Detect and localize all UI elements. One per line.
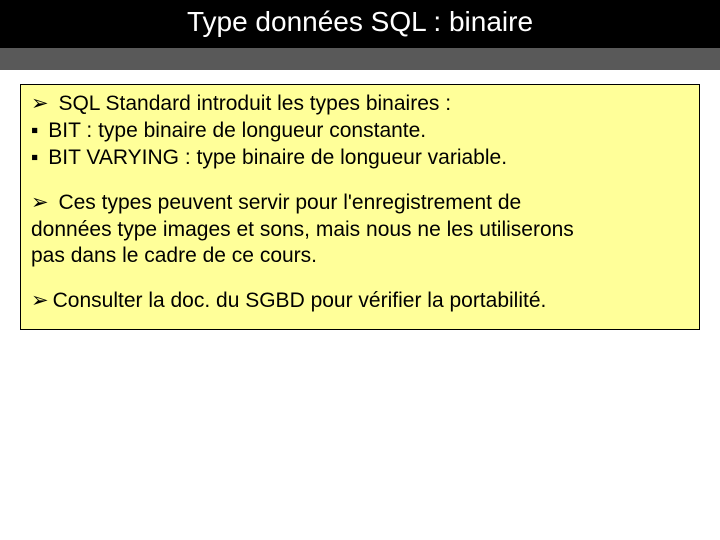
chevron-right-icon: ➢ bbox=[31, 91, 49, 118]
paragraph-3: ➢Consulter la doc. du SGBD pour vérifier… bbox=[31, 288, 689, 315]
slide-header: Type données SQL : binaire bbox=[0, 0, 720, 70]
text: BIT : type binaire de longueur constante… bbox=[42, 119, 426, 142]
text: pas dans le cadre de ce cours. bbox=[31, 244, 317, 267]
paragraph-2: ➢ Ces types peuvent servir pour l'enregi… bbox=[31, 190, 689, 271]
square-bullet-icon: ▪ bbox=[31, 118, 38, 145]
header-stripe bbox=[0, 48, 720, 70]
line: ▪ BIT : type binaire de longueur constan… bbox=[31, 118, 689, 145]
content-box: ➢ SQL Standard introduit les types binai… bbox=[20, 84, 700, 330]
paragraph-1: ➢ SQL Standard introduit les types binai… bbox=[31, 91, 689, 172]
text: données type images et sons, mais nous n… bbox=[31, 218, 574, 241]
text: BIT VARYING : type binaire de longueur v… bbox=[42, 146, 507, 169]
slide-title: Type données SQL : binaire bbox=[0, 6, 720, 38]
text: SQL Standard introduit les types binaire… bbox=[53, 92, 451, 115]
line: ▪ BIT VARYING : type binaire de longueur… bbox=[31, 145, 689, 172]
chevron-right-icon: ➢ bbox=[31, 288, 49, 315]
text: Consulter la doc. du SGBD pour vérifier … bbox=[53, 289, 547, 312]
line: ➢ Ces types peuvent servir pour l'enregi… bbox=[31, 190, 689, 217]
chevron-right-icon: ➢ bbox=[31, 190, 49, 217]
line: données type images et sons, mais nous n… bbox=[31, 217, 689, 244]
square-bullet-icon: ▪ bbox=[31, 145, 38, 172]
line: pas dans le cadre de ce cours. bbox=[31, 243, 689, 270]
text: Ces types peuvent servir pour l'enregist… bbox=[53, 191, 522, 214]
line: ➢ SQL Standard introduit les types binai… bbox=[31, 91, 689, 118]
line: ➢Consulter la doc. du SGBD pour vérifier… bbox=[31, 288, 689, 315]
